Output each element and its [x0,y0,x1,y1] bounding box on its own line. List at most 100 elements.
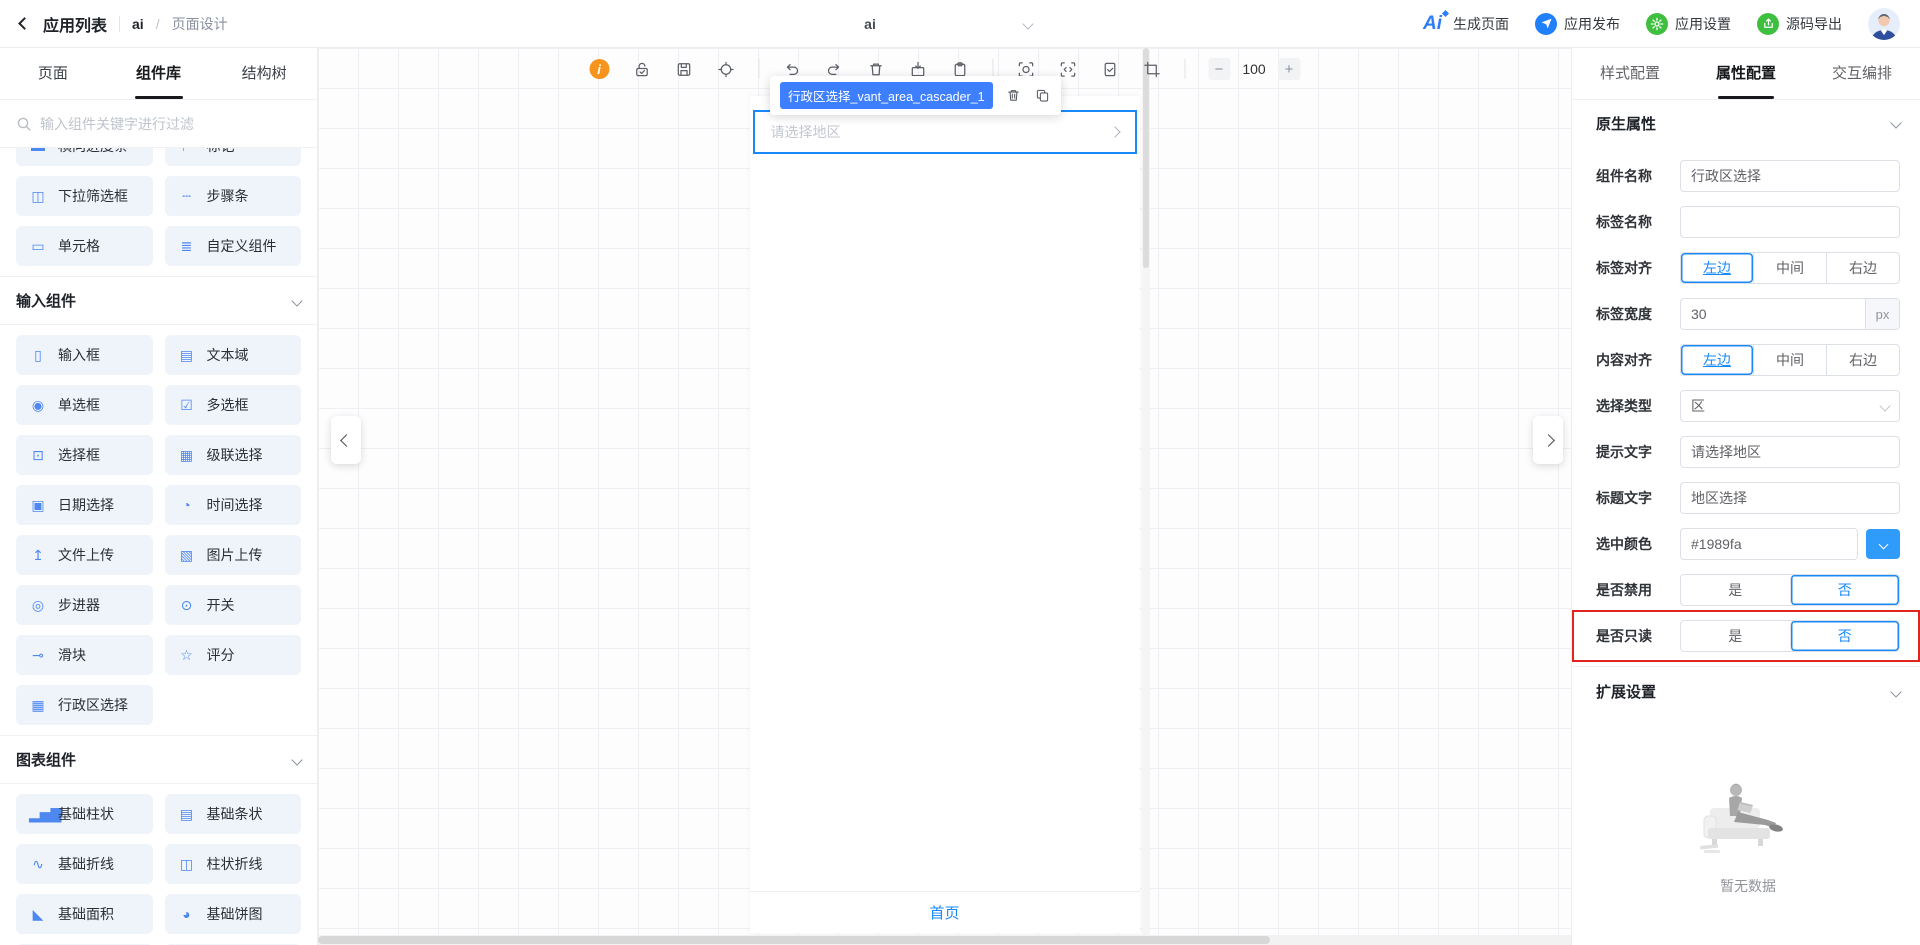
content-align-left[interactable]: 左边 [1681,345,1753,375]
progress-icon: ▬ [29,148,47,154]
section-extend-settings[interactable]: 扩展设置 [1572,666,1920,716]
component-item-checkbox[interactable]: ☑ 多选框 [164,385,301,425]
selected-component-badge[interactable]: 行政区选择_vant_area_cascader_1 [780,82,993,109]
section-native-props[interactable]: 原生属性 [1596,100,1902,146]
label-width-input[interactable] [1681,299,1865,329]
placeholder-text-input[interactable] [1680,436,1900,468]
component-item-bar-chart[interactable]: ▂▅▇ 基础柱状 [16,794,153,834]
copy-icon[interactable] [1034,87,1051,104]
canvas-next-button[interactable] [1533,416,1563,464]
component-item-image-upload[interactable]: ▧ 图片上传 [164,535,301,575]
top-header: 应用列表 ai / 页面设计 ai Ai 生成页面 应用发布 应用设置 源码导出 [0,0,1920,48]
tag-name-input[interactable] [1680,206,1900,238]
disabled-yes[interactable]: 是 [1681,575,1790,605]
breadcrumb-app[interactable]: ai [132,16,144,32]
label-align-left[interactable]: 左边 [1681,253,1753,283]
component-item-hbar-chart[interactable]: ▤ 基础条状 [164,794,301,834]
generate-page-label: 生成页面 [1453,15,1509,32]
info-icon[interactable]: i [589,59,609,79]
back-icon[interactable] [18,17,31,30]
component-item-rate[interactable]: ☆ 评分 [164,635,301,675]
export-icon [1757,12,1779,35]
component-item-marker[interactable]: ⚑ 标记 [164,148,301,166]
label-align-right[interactable]: 右边 [1826,253,1899,283]
canvas-vertical-scrollbar[interactable] [1141,48,1150,935]
lock-icon[interactable] [632,60,651,79]
component-item-time-picker[interactable]: ◔ 时间选择 [164,485,301,525]
readonly-no[interactable]: 否 [1789,621,1900,651]
color-picker-button[interactable] [1866,529,1900,559]
component-item-line-chart[interactable]: ∿ 基础折线 [16,844,153,884]
tab-pages[interactable]: 页面 [0,48,106,99]
zoom-in-button[interactable]: + [1278,58,1300,80]
canvas-horizontal-scrollbar[interactable] [318,935,1571,945]
component-item-area-chart[interactable]: ◣ 基础面积 [16,894,153,934]
vertical-scrollbar-thumb[interactable] [1142,48,1149,268]
tab-props-config[interactable]: 属性配置 [1688,48,1804,99]
component-item-custom[interactable]: ≣ 自定义组件 [164,226,301,266]
header-divider [119,15,121,32]
selected-color-input[interactable] [1680,528,1858,560]
component-item-date-picker[interactable]: ▣ 日期选择 [16,485,153,525]
component-item-input[interactable]: ▯ 输入框 [16,335,153,375]
group-header-input[interactable]: 输入组件 [0,276,317,325]
app-settings-button[interactable]: 应用设置 [1646,12,1731,35]
line-chart-icon: ∿ [32,855,44,872]
save-icon[interactable] [674,60,693,79]
canvas-prev-button[interactable] [331,416,361,464]
search-input[interactable] [40,115,301,132]
select-type-dropdown[interactable]: 区 [1680,390,1900,422]
tab-components[interactable]: 组件库 [106,48,212,99]
delete-icon[interactable] [1005,87,1022,104]
content-align-right[interactable]: 右边 [1826,345,1899,375]
component-item-area-cascader[interactable]: ▦ 行政区选择 [16,685,153,725]
group-header-chart[interactable]: 图表组件 [0,735,317,784]
horizontal-scrollbar-thumb[interactable] [318,936,1271,944]
app-publish-button[interactable]: 应用发布 [1535,12,1620,35]
component-item-bar-line-chart[interactable]: ◫ 柱状折线 [164,844,301,884]
component-item-radio[interactable]: ◉ 单选框 [16,385,153,425]
tab-structure-tree[interactable]: 结构树 [211,48,317,99]
tab-style-config[interactable]: 样式配置 [1572,48,1688,99]
title-text-input[interactable] [1680,482,1900,514]
component-name-input[interactable] [1680,160,1900,192]
disabled-no[interactable]: 否 [1789,575,1900,605]
component-item-switch[interactable]: ⊙ 开关 [164,585,301,625]
generate-page-button[interactable]: Ai 生成页面 [1423,13,1509,35]
component-item-dropdown-filter[interactable]: ◫ 下拉筛选框 [16,176,153,216]
ai-logo-icon: Ai [1423,13,1446,35]
component-item-select[interactable]: ⊡ 选择框 [16,435,153,475]
steps-icon: ┄ [182,187,191,204]
selected-area-cascader-field[interactable]: 请选择地区 [752,110,1137,154]
component-item-textarea[interactable]: ▤ 文本域 [164,335,301,375]
gear-icon [1646,12,1668,35]
label-align-center[interactable]: 中间 [1753,253,1826,283]
design-canvas[interactable]: i − 100 + 请选择地区 首页 行政区选择_vant_area_casca… [318,48,1571,945]
tab-interaction[interactable]: 交互编排 [1804,48,1920,99]
doc-check-icon[interactable] [1100,60,1119,79]
component-item-steps[interactable]: ┄ 步骤条 [164,176,301,216]
source-export-button[interactable]: 源码导出 [1757,12,1842,35]
panel-body: 原生属性 组件名称 标签名称 标签对齐 [1572,100,1920,945]
target-icon[interactable] [716,60,735,79]
tabbar-home[interactable]: 首页 [929,902,959,923]
frame-icon[interactable] [1142,60,1161,79]
component-item-pie-chart[interactable]: ◕ 基础饼图 [164,894,301,934]
code-scan-icon[interactable] [1058,60,1077,79]
component-item-slider[interactable]: ⊸ 滑块 [16,635,153,675]
component-item-horizontal-progress[interactable]: ▬ 横向进度条 [16,148,153,166]
component-item-cascader[interactable]: ▦ 级联选择 [164,435,301,475]
back-button[interactable]: 应用列表 [43,12,107,36]
page-select[interactable]: ai [700,0,1040,48]
field-readonly: 是否只读 是 否 [1572,610,1920,662]
avatar[interactable] [1868,7,1900,40]
label-align-group: 左边 中间 右边 [1680,252,1900,284]
zoom-out-button[interactable]: − [1208,58,1230,80]
content-align-center[interactable]: 中间 [1753,345,1826,375]
component-item-file-upload[interactable]: ↥ 文件上传 [16,535,153,575]
readonly-yes[interactable]: 是 [1681,621,1790,651]
toolbar-divider [1184,59,1185,79]
component-item-stepper[interactable]: ◎ 步进器 [16,585,153,625]
component-item-cell[interactable]: ▭ 单元格 [16,226,153,266]
phone-preview[interactable]: 请选择地区 首页 [749,96,1140,933]
